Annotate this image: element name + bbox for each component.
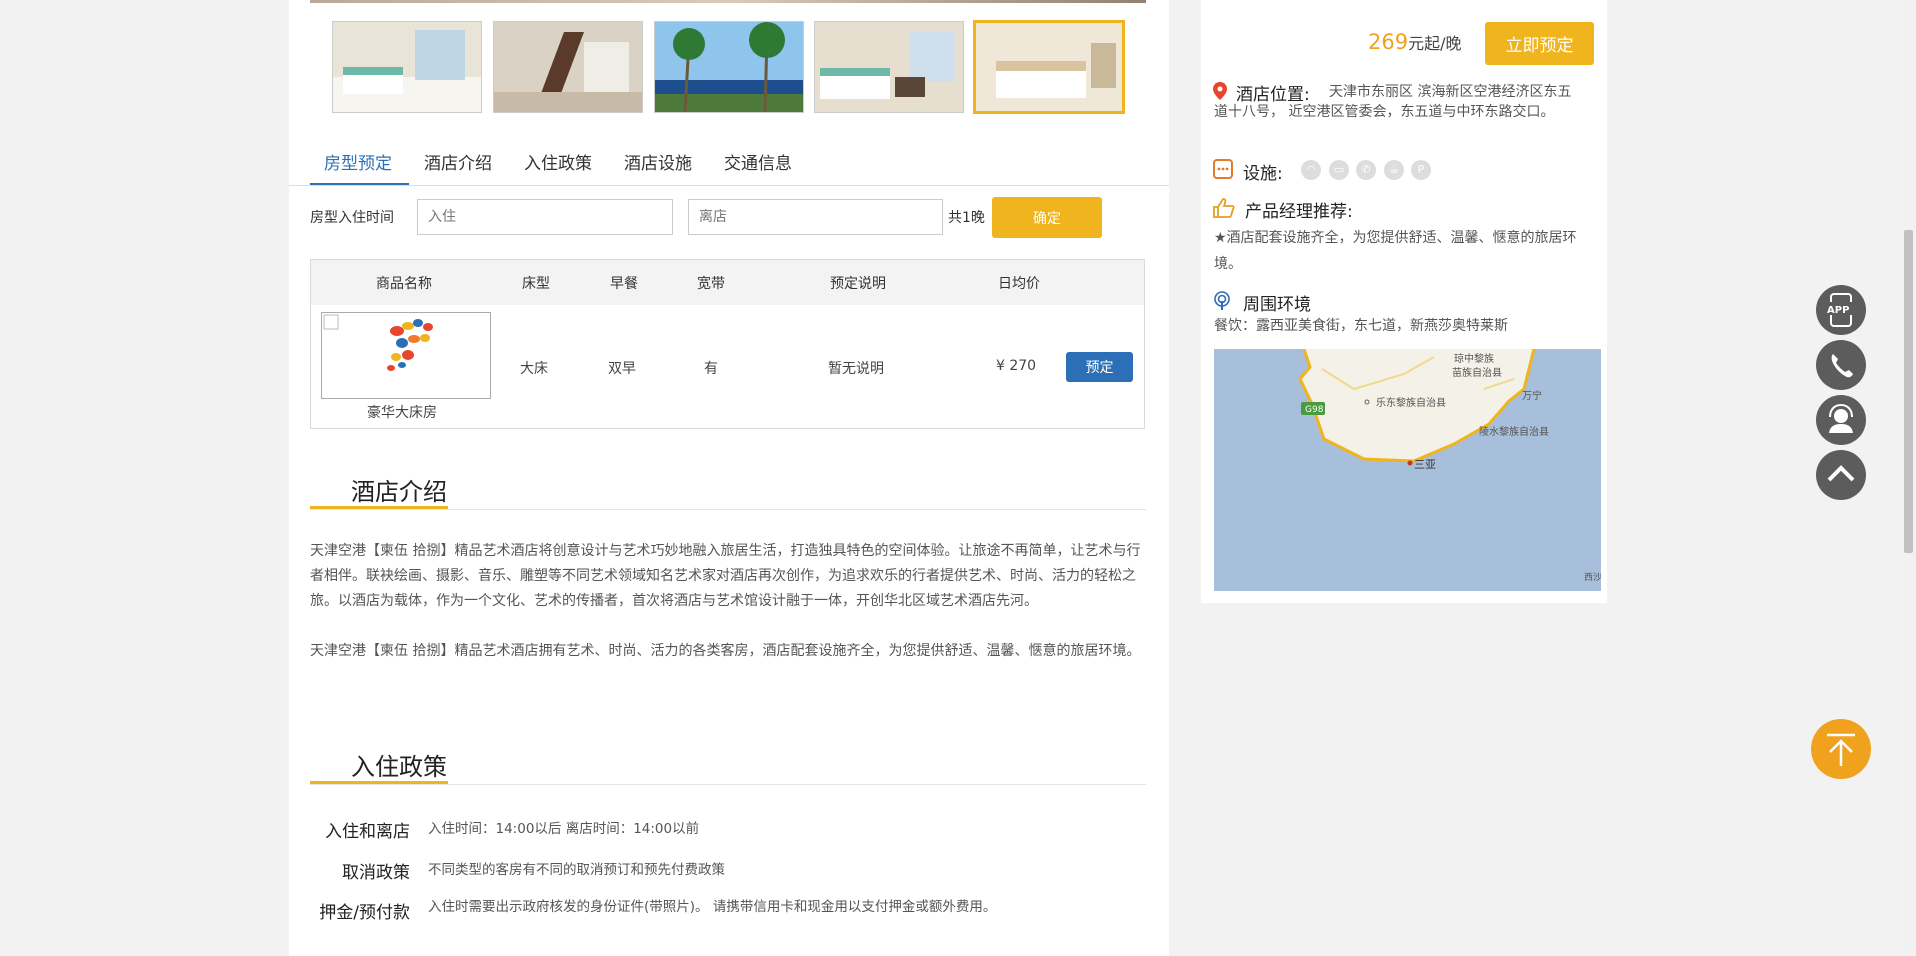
col-broadband: 宽带 bbox=[697, 276, 725, 292]
parking-icon: P bbox=[1411, 160, 1431, 180]
facilities-icon bbox=[1213, 159, 1233, 183]
customer-service-button[interactable] bbox=[1816, 395, 1866, 445]
nights-count: 共1晚 bbox=[948, 210, 985, 226]
map-road-label: G98 bbox=[1305, 405, 1324, 415]
headset-icon bbox=[1829, 403, 1853, 433]
policy-divider bbox=[310, 784, 1146, 785]
location-text: 天津市东丽区 滨海新区空港经济区东五道十八号， 近空港区管委会，东五道与中环东路… bbox=[1214, 84, 1572, 120]
room-name[interactable]: 豪华大床房 bbox=[367, 402, 437, 422]
book-now-button[interactable]: 立即预定 bbox=[1485, 22, 1594, 65]
intro-section-title: 酒店介绍 bbox=[351, 478, 447, 506]
tab-room-booking[interactable]: 房型预定 bbox=[324, 149, 392, 174]
hero-image-bottom bbox=[310, 0, 1146, 3]
thumbnail-2[interactable] bbox=[493, 21, 643, 113]
policy-text-deposit: 入住时需要出示政府核发的身份证件(带照片)。 请携带信用卡和现金用以支付押金或额… bbox=[428, 899, 997, 915]
tab-traffic-info[interactable]: 交通信息 bbox=[724, 149, 792, 174]
back-to-top-button[interactable] bbox=[1811, 719, 1871, 779]
room-broadband: 有 bbox=[704, 361, 718, 377]
room-breakfast: 双早 bbox=[608, 361, 636, 377]
policy-section-title: 入住政策 bbox=[351, 753, 447, 781]
chevron-up-icon bbox=[1827, 465, 1855, 482]
room-bed-type: 大床 bbox=[520, 361, 548, 377]
phone-call-icon bbox=[1831, 354, 1853, 378]
intro-divider bbox=[310, 509, 1146, 510]
tab-checkin-policy[interactable]: 入住政策 bbox=[524, 149, 592, 174]
confirm-dates-button[interactable]: 确定 bbox=[992, 197, 1102, 238]
policy-label-deposit: 押金/预付款 bbox=[319, 903, 410, 923]
room-image[interactable] bbox=[321, 312, 491, 399]
map-label-qiongzhong: 琼中黎族 bbox=[1454, 352, 1494, 365]
pm-recommend-label: 产品经理推荐: bbox=[1245, 202, 1353, 222]
phone-button[interactable] bbox=[1816, 340, 1866, 390]
scroll-up-button[interactable] bbox=[1816, 450, 1866, 500]
price-value: 269 bbox=[1368, 30, 1409, 54]
intro-paragraph-1: 天津空港【柬伍 拾捌】精品艺术酒店将创意设计与艺术巧妙地融入旅居生活，打造独具特… bbox=[310, 543, 1141, 609]
surroundings-text: 餐饮：露西亚美食街，东七道，新燕莎奥特莱斯 bbox=[1214, 318, 1508, 334]
policy-text-cancel: 不同类型的客房有不同的取消预订和预先付费政策 bbox=[428, 862, 725, 878]
app-download-button[interactable]: APP bbox=[1816, 285, 1866, 335]
tv-icon: ▭ bbox=[1329, 160, 1349, 180]
col-booking-note: 预定说明 bbox=[830, 276, 886, 292]
tab-hotel-facilities[interactable]: 酒店设施 bbox=[624, 149, 692, 174]
checkin-input[interactable] bbox=[417, 199, 673, 235]
hotel-map[interactable]: G98 乐东黎族自治县 琼中黎族 苗族自治县 万宁 陵水黎族自治县 三亚 西沙 bbox=[1214, 349, 1601, 591]
thumbnail-4[interactable] bbox=[814, 21, 964, 113]
map-label-miaozu: 苗族自治县 bbox=[1452, 366, 1502, 379]
col-daily-price: 日均价 bbox=[998, 276, 1040, 292]
thumbnail-1[interactable] bbox=[332, 21, 482, 113]
tab-hotel-intro[interactable]: 酒店介绍 bbox=[424, 149, 492, 174]
phone-icon: ✆ bbox=[1356, 160, 1376, 180]
room-price: ¥ 270 bbox=[996, 358, 1037, 374]
col-breakfast: 早餐 bbox=[610, 276, 638, 292]
surroundings-label: 周围环境 bbox=[1243, 295, 1311, 315]
room-note: 暂无说明 bbox=[828, 361, 884, 377]
policy-label-cancel: 取消政策 bbox=[342, 863, 410, 883]
col-bed-type: 床型 bbox=[522, 276, 550, 292]
price-display: 269元起/晚 bbox=[1368, 30, 1462, 54]
map-label-xisha: 西沙 bbox=[1584, 572, 1601, 583]
map-label-lingshui: 陵水黎族自治县 bbox=[1479, 425, 1549, 438]
scrollbar-thumb[interactable] bbox=[1904, 230, 1913, 553]
thumbs-up-icon bbox=[1213, 198, 1235, 222]
app-label: APP bbox=[1827, 305, 1849, 316]
intro-paragraph-2: 天津空港【柬伍 拾捌】精品艺术酒店拥有艺术、时尚、活力的各类客房，酒店配套设施齐… bbox=[310, 643, 1141, 659]
policy-label-checkin: 入住和离店 bbox=[325, 822, 410, 842]
thumbnail-3[interactable] bbox=[654, 21, 804, 113]
col-product-name: 商品名称 bbox=[376, 276, 432, 292]
arrow-to-top-icon bbox=[1827, 733, 1855, 766]
price-unit: 元起/晚 bbox=[1408, 34, 1462, 53]
cup-icon: ☕ bbox=[1384, 160, 1404, 180]
policy-text-checkin: 入住时间：14:00以后 离店时间：14:00以前 bbox=[428, 821, 700, 837]
thumbnail-5-selected[interactable] bbox=[973, 20, 1125, 114]
pm-recommend-text: ★酒店配套设施齐全，为您提供舒适、温馨、惬意的旅居环境。 bbox=[1214, 230, 1577, 272]
checkin-time-label: 房型入住时间 bbox=[310, 210, 394, 226]
room-image-placeholder-icon bbox=[323, 314, 433, 371]
map-label-wanning: 万宁 bbox=[1522, 389, 1542, 402]
map-label-ledong: 乐东黎族自治县 bbox=[1376, 396, 1446, 409]
checkout-input[interactable] bbox=[688, 199, 943, 235]
wifi-icon: ◠ bbox=[1301, 160, 1321, 180]
surroundings-icon bbox=[1213, 291, 1231, 315]
map-label-sanya: 三亚 bbox=[1414, 458, 1436, 471]
tabs-divider bbox=[289, 185, 1169, 186]
facilities-label: 设施: bbox=[1243, 164, 1283, 184]
book-room-button[interactable]: 预定 bbox=[1066, 352, 1133, 382]
